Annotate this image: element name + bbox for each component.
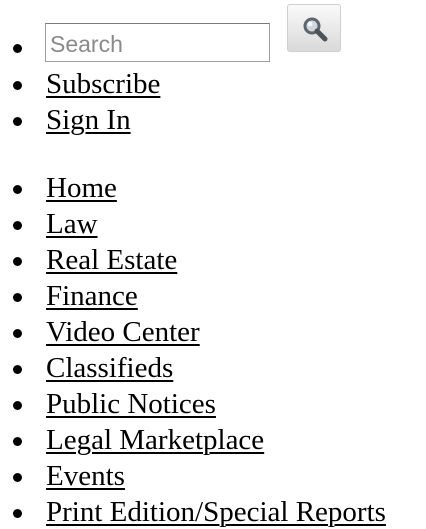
- search-list-item: [0, 4, 426, 66]
- list-bullet: [13, 44, 22, 53]
- list-bullet: [13, 437, 22, 446]
- nav-item: Public Notices: [0, 386, 426, 422]
- nav-item: Legal Marketplace: [0, 422, 426, 458]
- nav-link-finance[interactable]: Finance: [46, 280, 138, 312]
- nav-link-print-edition[interactable]: Print Edition/Special Reports: [46, 496, 386, 528]
- nav-item: Print Edition/Special Reports: [0, 494, 426, 529]
- list-bullet: [13, 293, 22, 302]
- list-bullet: [13, 257, 22, 266]
- nav-link-home[interactable]: Home: [46, 172, 117, 204]
- search-icon: [303, 17, 328, 42]
- search-input[interactable]: [45, 23, 270, 62]
- nav-link-legal-marketplace[interactable]: Legal Marketplace: [46, 424, 264, 456]
- nav-item: Home: [0, 170, 426, 206]
- utility-list: Subscribe Sign In: [0, 4, 426, 138]
- nav-link-events[interactable]: Events: [46, 460, 125, 492]
- list-bullet: [13, 221, 22, 230]
- list-bullet: [13, 509, 22, 518]
- list-bullet: [13, 401, 22, 410]
- main-nav: Home Law Real Estate Finance Video Cente…: [0, 170, 426, 529]
- nav-item: Law: [0, 206, 426, 242]
- nav-link-law[interactable]: Law: [46, 208, 98, 240]
- list-bullet: [13, 81, 22, 90]
- list-item: Subscribe: [0, 66, 426, 102]
- nav-item: Classifieds: [0, 350, 426, 386]
- nav-link-classifieds[interactable]: Classifieds: [46, 352, 173, 384]
- nav-item: Video Center: [0, 314, 426, 350]
- sign-in-link[interactable]: Sign In: [46, 104, 131, 136]
- list-bullet: [13, 365, 22, 374]
- subscribe-link[interactable]: Subscribe: [46, 68, 160, 100]
- nav-link-video-center[interactable]: Video Center: [46, 316, 200, 348]
- nav-item: Events: [0, 458, 426, 494]
- list-bullet: [13, 185, 22, 194]
- nav-link-real-estate[interactable]: Real Estate: [46, 244, 177, 276]
- list-bullet: [13, 329, 22, 338]
- list-bullet: [13, 117, 22, 126]
- nav-item: Real Estate: [0, 242, 426, 278]
- nav-link-public-notices[interactable]: Public Notices: [46, 388, 216, 420]
- nav-item: Finance: [0, 278, 426, 314]
- list-bullet: [13, 473, 22, 482]
- list-item: Sign In: [0, 102, 426, 138]
- search-button[interactable]: [287, 4, 341, 52]
